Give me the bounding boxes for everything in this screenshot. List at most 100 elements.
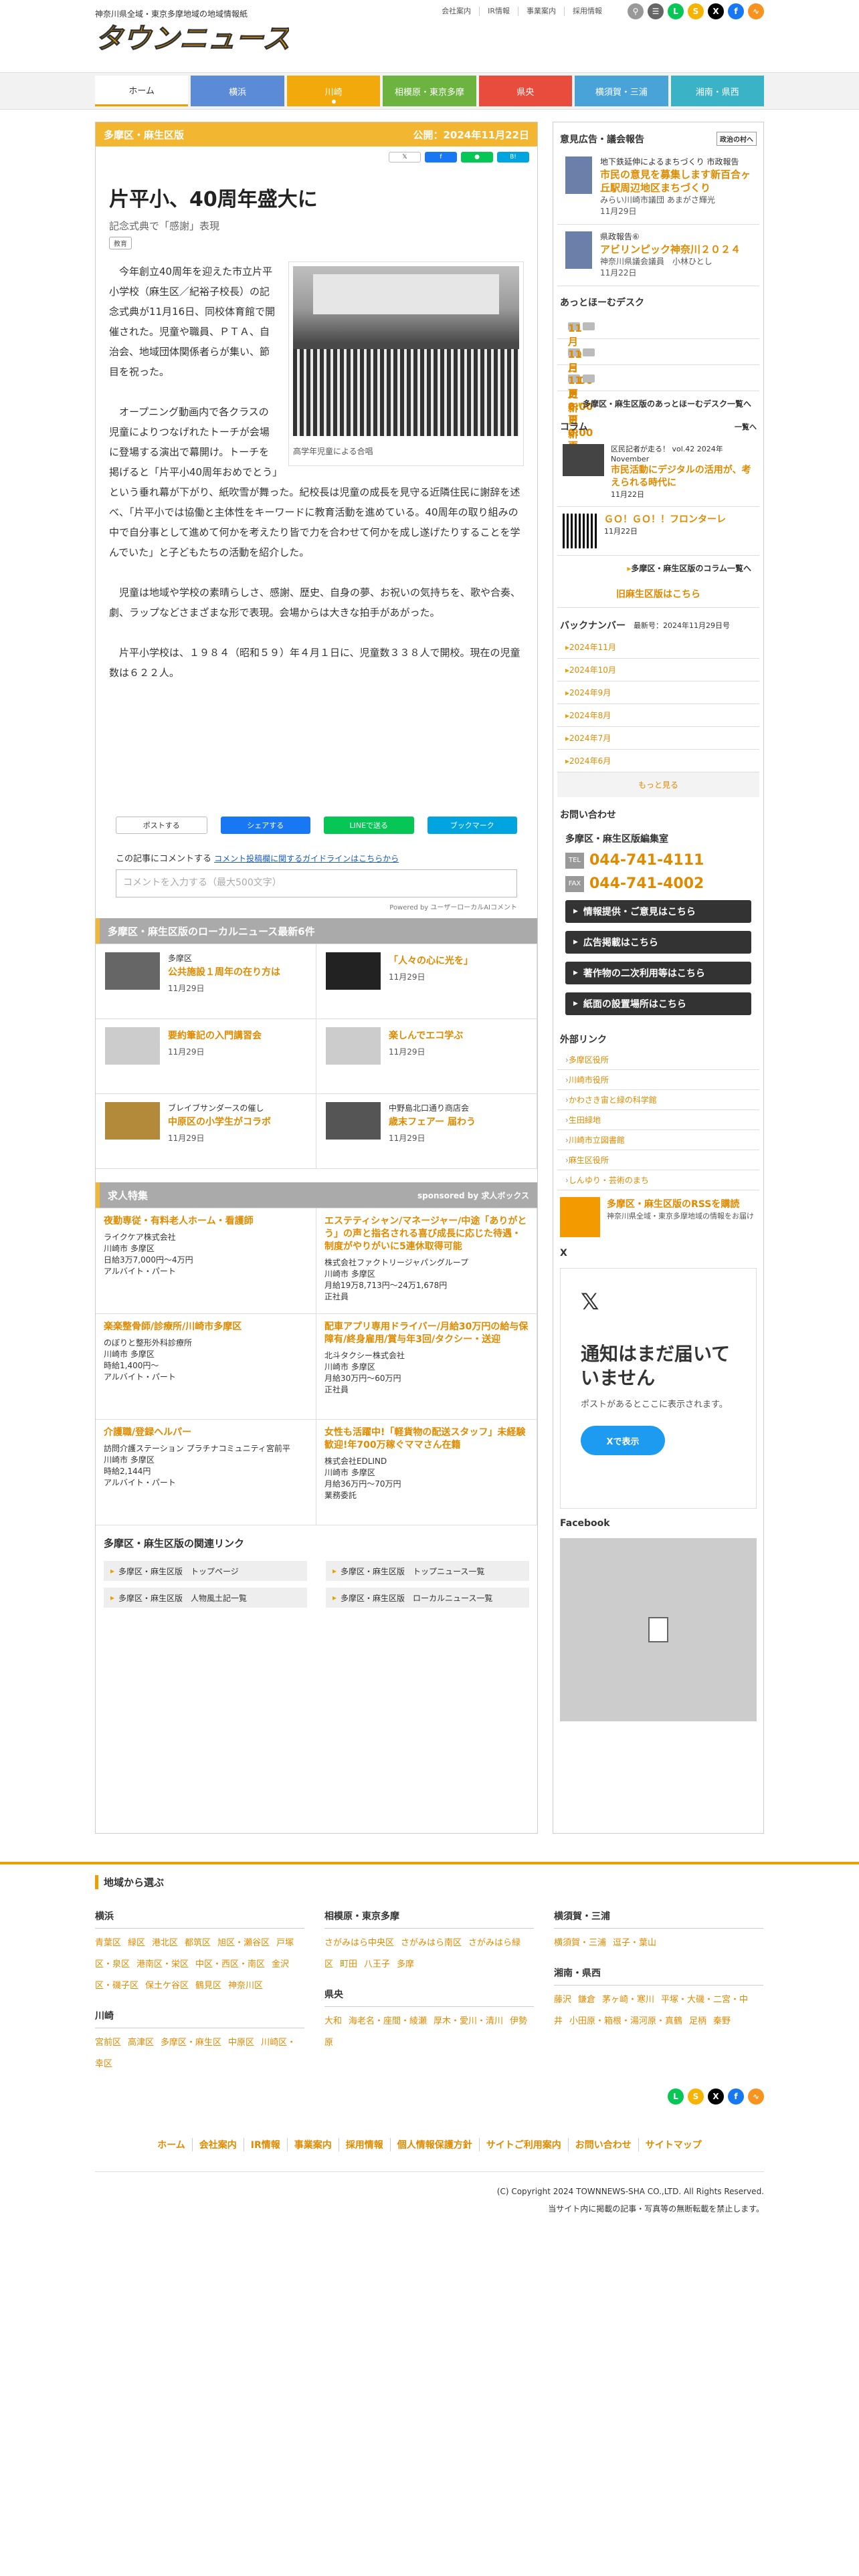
footer-nav-link[interactable]: 事業案内 — [286, 2138, 339, 2151]
related-link[interactable]: 多摩区・麻生区版 人物風土記一覧 — [104, 1588, 307, 1608]
footer-region-link[interactable]: 旭区・瀬谷区 — [217, 1938, 270, 1948]
opinion-item[interactable]: 県政報告⑥ アビリンピック神奈川２０２４ 神奈川県議会議員 小林ひとし 11月22日 — [557, 225, 759, 286]
facebook-icon[interactable]: f — [728, 3, 744, 19]
footer-region-link[interactable]: 保土ケ谷区 — [145, 1981, 189, 1991]
column-more-link[interactable]: 一覧へ — [735, 421, 757, 432]
job-card[interactable]: 介護職/登録ヘルパー 訪問介護ステーション プラチナコミュニティ宮前平 川崎市 多摩… — [96, 1420, 316, 1525]
job-title[interactable]: 女性も活躍中!「軽貨物の配送スタッフ」未経験歓迎!年700万稼ぐママさん在籍 — [324, 1426, 529, 1452]
x-icon[interactable]: X — [708, 2088, 724, 2105]
top-link[interactable]: 事業案内 — [518, 7, 564, 16]
x-view-button[interactable]: Xで表示 — [581, 1426, 665, 1455]
footer-region-link[interactable]: 多摩区・麻生区 — [161, 2038, 221, 2048]
footer-region-link[interactable]: 鎌倉 — [578, 1995, 595, 2005]
news-title[interactable]: 「人々の心に光を」 — [389, 954, 473, 967]
footer-region-link[interactable]: 八王子 — [364, 1959, 390, 1969]
external-link[interactable]: かわさき宙と緑の科学館 — [557, 1090, 759, 1110]
category-tag[interactable]: 教育 — [109, 237, 132, 249]
footer-region-link[interactable]: 緑区 — [128, 1938, 145, 1948]
news-item[interactable]: 「人々の心に光を」 11月29日 — [316, 944, 537, 1019]
footer-nav-link[interactable]: お問い合わせ — [567, 2138, 638, 2151]
footer-region-link[interactable]: 海老名・座間・綾瀬 — [349, 2016, 427, 2026]
x-share-small[interactable]: 𝕏 — [389, 152, 421, 163]
news-item[interactable]: ブレイブサンダースの催し 中原区の小学生がコラボ 11月29日 — [96, 1094, 316, 1169]
news-item[interactable]: 中野島北口通り商店会 歳末フェアー 届わう 11月29日 — [316, 1094, 537, 1169]
contact-button[interactable]: 広告掲載はこちら — [565, 931, 751, 954]
rss-icon[interactable]: ∿ — [748, 3, 764, 19]
footer-nav-link[interactable]: サイトマップ — [638, 2138, 708, 2151]
news-item[interactable]: 要約筆記の入門講習会 11月29日 — [96, 1019, 316, 1094]
hatena-share-button[interactable]: ブックマーク — [427, 817, 517, 834]
line-share-small[interactable]: ● — [461, 152, 493, 163]
line-icon[interactable]: L — [668, 2088, 684, 2105]
news-title[interactable]: 中原区の小学生がコラボ — [168, 1115, 271, 1128]
footer-region-link[interactable]: 宮前区 — [95, 2038, 121, 2048]
rss-subscribe[interactable]: 多摩区・麻生区版のRSSを購読 神奈川県全域・東京多摩地域の情報をお届け — [557, 1190, 759, 1244]
nav-tab[interactable]: 湘南・県西 — [670, 76, 764, 106]
contact-button[interactable]: 情報提供・ご意見はこちら — [565, 900, 751, 923]
backnumber-item[interactable]: 2024年9月 — [557, 681, 759, 704]
column-item[interactable]: ＧＯ！ＧＯ！！フロンターレ 11月22日 — [557, 507, 759, 556]
nav-tab[interactable]: 横浜 — [191, 76, 284, 106]
footer-region-link[interactable]: 鶴見区 — [195, 1981, 221, 1991]
column-title[interactable]: 市民活動にデジタルの活用が、考えられる時代に — [611, 464, 754, 490]
footer-region-link[interactable]: 茅ヶ崎・寒川 — [602, 1995, 654, 2005]
job-title[interactable]: エステティシャン/マネージャー/中途「ありがとう」の声と指名される喜び成長に応じ… — [324, 1215, 529, 1253]
site-logo[interactable]: タウンニュース — [95, 19, 289, 55]
footer-region-link[interactable]: 中原区 — [228, 2038, 254, 2048]
top-link[interactable]: 会社案内 — [434, 7, 479, 16]
smartnews-icon[interactable]: S — [688, 3, 704, 19]
backnumber-item[interactable]: 2024年8月 — [557, 704, 759, 727]
footer-region-link[interactable]: 高津区 — [128, 2038, 154, 2048]
opinion-title[interactable]: アビリンピック神奈川２０２４ — [600, 243, 741, 256]
news-item[interactable]: 楽しんでエコ学ぶ 11月29日 — [316, 1019, 537, 1094]
column-item[interactable]: 区民記者が走る！ vol.42 2024年November 市民活動にデジタルの活… — [557, 437, 759, 507]
related-link[interactable]: 多摩区・麻生区版 トップニュース一覧 — [326, 1561, 529, 1581]
hatena-share-small[interactable]: B! — [497, 152, 529, 163]
footer-region-link[interactable]: 大和 — [324, 2016, 342, 2026]
politics-link[interactable]: 政治の村へ — [717, 132, 757, 146]
footer-region-link[interactable]: 都筑区 — [185, 1938, 211, 1948]
line-share-button[interactable]: LINEで送る — [324, 817, 414, 834]
external-link[interactable]: 川崎市役所 — [557, 1070, 759, 1090]
external-link[interactable]: 生田緑地 — [557, 1110, 759, 1130]
rss-icon[interactable]: ∿ — [748, 2088, 764, 2105]
hotdesk-item[interactable]: 11月29日0:00更新 — [557, 313, 759, 414]
footer-region-link[interactable]: 逗子・葉山 — [613, 1938, 656, 1948]
footer-region-link[interactable]: 厚木・愛川・清川 — [434, 2016, 503, 2026]
x-share-button[interactable]: ポストする — [116, 817, 207, 834]
backnumber-item[interactable]: 2024年7月 — [557, 727, 759, 750]
footer-region-link[interactable]: 中区・西区・南区 — [195, 1959, 265, 1969]
facebook-embed[interactable] — [560, 1538, 757, 1721]
footer-nav-link[interactable]: 採用情報 — [338, 2138, 390, 2151]
footer-region-link[interactable]: さがみはら中央区 — [324, 1938, 394, 1948]
column-list-link[interactable]: 多摩区・麻生区版のコラム一覧へ — [557, 556, 759, 580]
job-card[interactable]: 楽楽整骨師/診療所/川崎市多摩区 のぼりと整形外科診療所 川崎市 多摩区 時給1,40… — [96, 1314, 316, 1420]
external-link[interactable]: 麻生区役所 — [557, 1150, 759, 1170]
backnumber-item[interactable]: 2024年10月 — [557, 659, 759, 681]
external-link[interactable]: しんゆり・芸術のまち — [557, 1170, 759, 1190]
footer-region-link[interactable]: さがみはら南区 — [401, 1938, 462, 1948]
job-title[interactable]: 配車アプリ専用ドライバー/月給30万円の給与保障有/終身雇用/賞与年3回/タクシ… — [324, 1321, 529, 1346]
footer-nav-link[interactable]: 個人情報保護方針 — [389, 2138, 479, 2151]
footer-region-link[interactable]: 足柄 — [689, 2016, 706, 2026]
hotdesk-item[interactable]: 11月15日0:00更新 — [557, 339, 759, 440]
job-card[interactable]: 夜勤専従・有料老人ホーム・看護師 ライクケア株式会社 川崎市 多摩区 日給3万7,00… — [96, 1208, 316, 1314]
contact-button[interactable]: 紙面の設置場所はこちら — [565, 992, 751, 1015]
backnumber-item[interactable]: 2024年11月 — [557, 636, 759, 659]
nav-tab[interactable]: 川崎 — [286, 76, 381, 106]
footer-nav-link[interactable]: サイトご利用案内 — [478, 2138, 568, 2151]
backnumber-item[interactable]: 2024年6月 — [557, 750, 759, 772]
menu-icon[interactable]: ☰ — [648, 3, 664, 19]
x-icon[interactable]: X — [708, 3, 724, 19]
comment-guideline-link[interactable]: コメント投稿欄に関するガイドラインはこちらから — [214, 854, 399, 863]
related-link[interactable]: 多摩区・麻生区版 トップページ — [104, 1561, 307, 1581]
hotdesk-item[interactable]: 11月8日0:00更新 — [557, 365, 759, 466]
facebook-icon[interactable]: f — [728, 2088, 744, 2105]
nav-tab[interactable]: ホーム — [95, 76, 189, 106]
backnumber-more-button[interactable]: もっと見る — [557, 772, 759, 797]
footer-region-link[interactable]: 横須賀・三浦 — [554, 1938, 606, 1948]
news-item[interactable]: 多摩区 公共施設１周年の在り方は 11月29日 — [96, 944, 316, 1019]
footer-region-link[interactable]: 小田原・箱根・湯河原・真鶴 — [569, 2016, 682, 2026]
old-site-link[interactable]: 旧麻生区版はこちら — [557, 580, 759, 608]
top-link[interactable]: 採用情報 — [564, 7, 610, 16]
